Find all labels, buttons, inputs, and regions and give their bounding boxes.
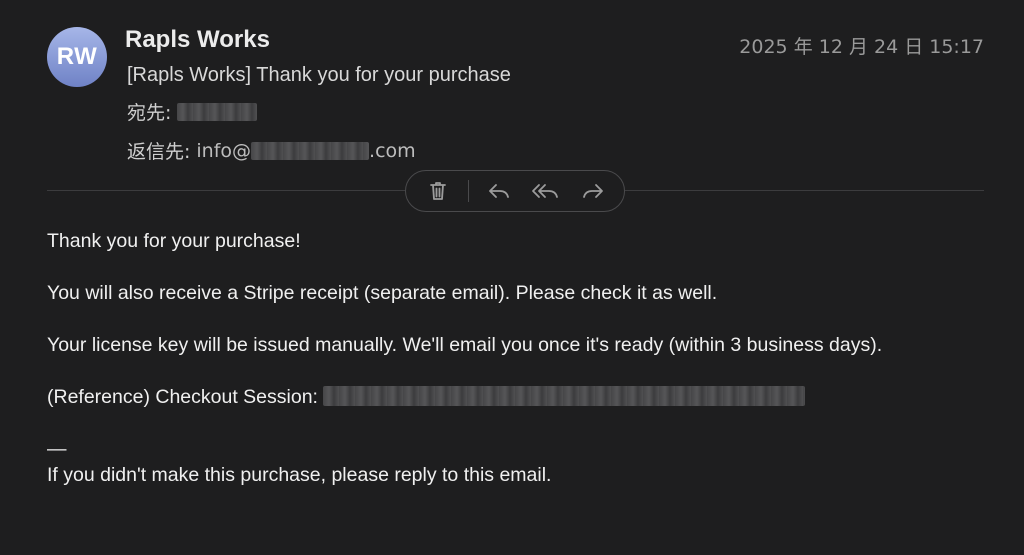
replyto-prefix[interactable]: info@ [196,140,251,162]
reply-button[interactable] [482,176,516,206]
body-line-reference: (Reference) Checkout Session: [47,384,977,410]
checkout-session-redacted [323,386,806,406]
body-line-stripe: You will also receive a Stripe receipt (… [47,282,718,304]
to-row: 宛先: [127,98,258,125]
sender-name[interactable]: Rapls Works [125,26,270,54]
message-toolbar [405,170,625,212]
replyto-row: 返信先: info@ .com [127,137,416,164]
trash-icon [429,182,446,200]
forward-icon [582,184,603,198]
email-body: Thank you for your purchase! You will al… [47,228,977,488]
body-line-disclaimer: If you didn't make this purchase, please… [47,464,552,486]
toolbar-separator [467,180,469,202]
delete-button[interactable] [421,176,455,206]
reply-icon [488,184,509,198]
replyto-label: 返信先: [127,141,191,163]
email-date: 2025 年 12 月 24 日 15:17 [739,36,984,58]
to-label: 宛先: [127,102,172,124]
reply-all-icon [531,184,558,198]
forward-button[interactable] [576,176,610,206]
replyto-suffix[interactable]: .com [369,140,416,162]
signature-dash: — [47,438,67,460]
body-line-thanks: Thank you for your purchase! [47,230,301,252]
to-address-redacted[interactable] [177,102,258,121]
avatar: RW [47,27,107,87]
reply-all-button[interactable] [529,176,563,206]
email-subject: [Rapls Works] Thank you for your purchas… [127,64,511,86]
reference-label: (Reference) Checkout Session: [47,386,324,408]
body-line-license: Your license key will be issued manually… [47,334,883,356]
replyto-domain-redacted[interactable] [251,141,370,160]
